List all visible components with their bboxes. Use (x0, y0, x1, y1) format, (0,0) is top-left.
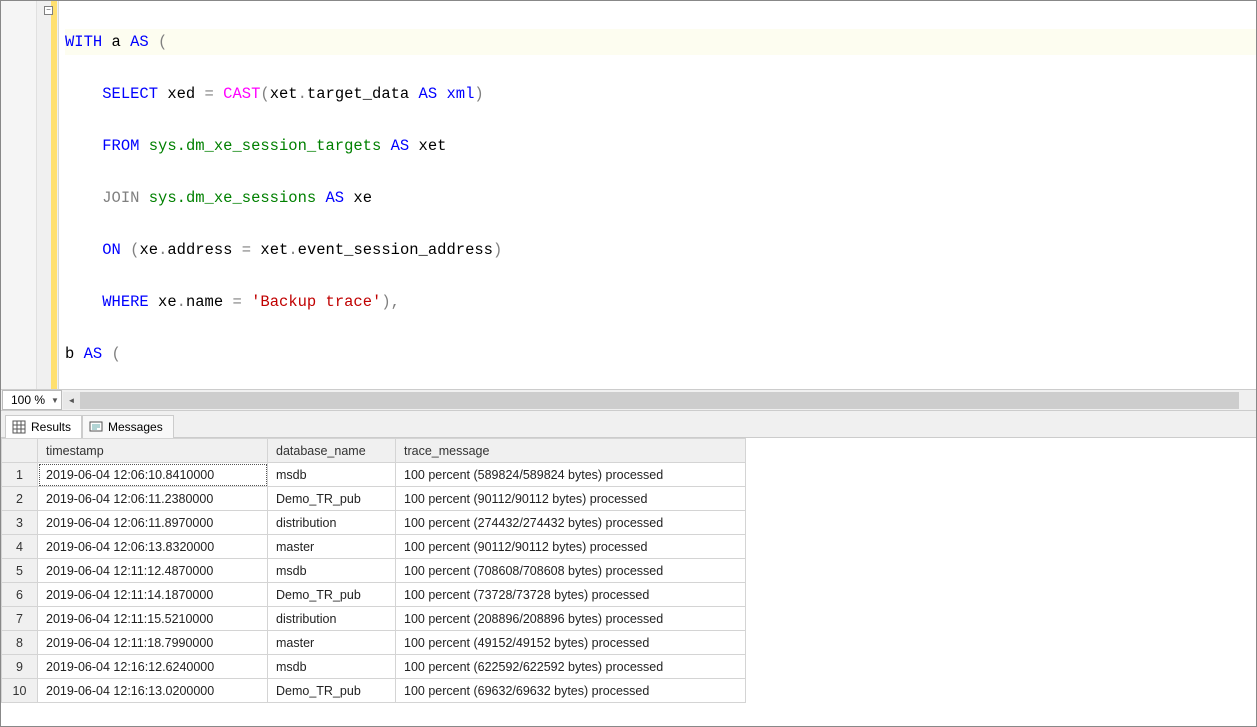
table-row[interactable]: 62019-06-04 12:11:14.1870000Demo_TR_pub1… (2, 583, 746, 607)
cell-database-name[interactable]: msdb (268, 559, 396, 583)
table-row[interactable]: 32019-06-04 12:06:11.8970000distribution… (2, 511, 746, 535)
change-marker (51, 1, 57, 389)
editor-gutter (1, 1, 37, 389)
row-number[interactable]: 8 (2, 631, 38, 655)
column-header[interactable]: timestamp (38, 439, 268, 463)
row-number[interactable]: 2 (2, 487, 38, 511)
cell-timestamp[interactable]: 2019-06-04 12:16:12.6240000 (38, 655, 268, 679)
cell-trace-message[interactable]: 100 percent (69632/69632 bytes) processe… (396, 679, 746, 703)
cell-database-name[interactable]: msdb (268, 655, 396, 679)
table-row[interactable]: 42019-06-04 12:06:13.8320000master100 pe… (2, 535, 746, 559)
results-grid[interactable]: timestamp database_name trace_message 12… (1, 438, 746, 703)
table-row[interactable]: 22019-06-04 12:06:11.2380000Demo_TR_pub1… (2, 487, 746, 511)
cell-timestamp[interactable]: 2019-06-04 12:11:15.5210000 (38, 607, 268, 631)
code-line[interactable]: FROM sys.dm_xe_session_targets AS xet (65, 133, 1256, 159)
messages-icon (89, 420, 103, 434)
cell-timestamp[interactable]: 2019-06-04 12:06:13.8320000 (38, 535, 268, 559)
row-number[interactable]: 9 (2, 655, 38, 679)
cell-trace-message[interactable]: 100 percent (49152/49152 bytes) processe… (396, 631, 746, 655)
cell-database-name[interactable]: distribution (268, 511, 396, 535)
cell-database-name[interactable]: distribution (268, 607, 396, 631)
cell-database-name[interactable]: Demo_TR_pub (268, 583, 396, 607)
editor-status-bar: 100 % ▼ ◄ (1, 389, 1256, 411)
fold-toggle-icon[interactable]: − (44, 6, 53, 15)
code-line[interactable]: JOIN sys.dm_xe_sessions AS xe (65, 185, 1256, 211)
cell-timestamp[interactable]: 2019-06-04 12:11:18.7990000 (38, 631, 268, 655)
tab-label: Messages (108, 420, 163, 434)
code-line[interactable]: SELECT xed = CAST(xet.target_data AS xml… (65, 81, 1256, 107)
scroll-left-icon[interactable]: ◄ (63, 392, 80, 409)
cell-timestamp[interactable]: 2019-06-04 12:16:13.0200000 (38, 679, 268, 703)
cell-database-name[interactable]: master (268, 535, 396, 559)
cell-trace-message[interactable]: 100 percent (208896/208896 bytes) proces… (396, 607, 746, 631)
cell-timestamp[interactable]: 2019-06-04 12:06:10.8410000 (38, 463, 268, 487)
results-tabs: Results Messages (1, 411, 1256, 437)
row-number[interactable]: 4 (2, 535, 38, 559)
row-number[interactable]: 3 (2, 511, 38, 535)
cell-timestamp[interactable]: 2019-06-04 12:06:11.8970000 (38, 511, 268, 535)
code-pane[interactable]: WITH a AS ( SELECT xed = CAST(xet.target… (59, 1, 1256, 389)
cell-timestamp[interactable]: 2019-06-04 12:11:12.4870000 (38, 559, 268, 583)
horizontal-scrollbar[interactable]: ◄ (63, 392, 1239, 409)
code-line[interactable]: ON (xe.address = xet.event_session_addre… (65, 237, 1256, 263)
cell-database-name[interactable]: master (268, 631, 396, 655)
row-number[interactable]: 1 (2, 463, 38, 487)
results-pane: timestamp database_name trace_message 12… (1, 437, 1256, 726)
cell-trace-message[interactable]: 100 percent (90112/90112 bytes) processe… (396, 487, 746, 511)
table-row[interactable]: 72019-06-04 12:11:15.5210000distribution… (2, 607, 746, 631)
grid-icon (12, 420, 26, 434)
corner-cell[interactable] (2, 439, 38, 463)
table-row[interactable]: 92019-06-04 12:16:12.6240000msdb100 perc… (2, 655, 746, 679)
column-header[interactable]: database_name (268, 439, 396, 463)
row-number[interactable]: 10 (2, 679, 38, 703)
row-number[interactable]: 6 (2, 583, 38, 607)
cell-database-name[interactable]: Demo_TR_pub (268, 679, 396, 703)
table-row[interactable]: 102019-06-04 12:16:13.0200000Demo_TR_pub… (2, 679, 746, 703)
cell-database-name[interactable]: msdb (268, 463, 396, 487)
row-number[interactable]: 7 (2, 607, 38, 631)
zoom-value: 100 % (11, 393, 45, 407)
cell-trace-message[interactable]: 100 percent (73728/73728 bytes) processe… (396, 583, 746, 607)
cell-trace-message[interactable]: 100 percent (708608/708608 bytes) proces… (396, 559, 746, 583)
code-line[interactable]: b AS ( (65, 341, 1256, 367)
code-editor[interactable]: − WITH a AS ( SELECT xed = CAST(xet.targ… (1, 1, 1256, 389)
scroll-thumb[interactable] (80, 392, 1239, 409)
tab-label: Results (31, 420, 71, 434)
cell-timestamp[interactable]: 2019-06-04 12:06:11.2380000 (38, 487, 268, 511)
chevron-down-icon: ▼ (51, 396, 59, 405)
table-row[interactable]: 82019-06-04 12:11:18.7990000master100 pe… (2, 631, 746, 655)
cell-trace-message[interactable]: 100 percent (274432/274432 bytes) proces… (396, 511, 746, 535)
table-row[interactable]: 52019-06-04 12:11:12.4870000msdb100 perc… (2, 559, 746, 583)
cell-database-name[interactable]: Demo_TR_pub (268, 487, 396, 511)
tab-messages[interactable]: Messages (82, 415, 174, 438)
editor-margin (37, 1, 59, 389)
column-header[interactable]: trace_message (396, 439, 746, 463)
code-line[interactable]: WITH a AS ( (65, 29, 1256, 55)
cell-trace-message[interactable]: 100 percent (622592/622592 bytes) proces… (396, 655, 746, 679)
row-number[interactable]: 5 (2, 559, 38, 583)
cell-trace-message[interactable]: 100 percent (589824/589824 bytes) proces… (396, 463, 746, 487)
cell-trace-message[interactable]: 100 percent (90112/90112 bytes) processe… (396, 535, 746, 559)
cell-timestamp[interactable]: 2019-06-04 12:11:14.1870000 (38, 583, 268, 607)
table-row[interactable]: 12019-06-04 12:06:10.8410000msdb100 perc… (2, 463, 746, 487)
tab-results[interactable]: Results (5, 415, 82, 438)
zoom-select[interactable]: 100 % ▼ (2, 390, 62, 410)
code-line[interactable]: WHERE xe.name = 'Backup trace'), (65, 289, 1256, 315)
grid-header-row: timestamp database_name trace_message (2, 439, 746, 463)
